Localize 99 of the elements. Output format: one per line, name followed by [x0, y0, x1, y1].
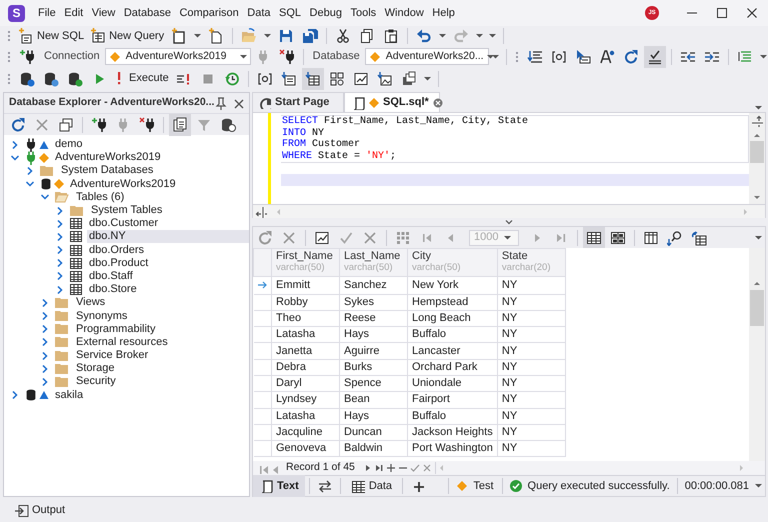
menu-item[interactable]: Window — [380, 4, 428, 22]
tree-item[interactable]: System Tables — [89, 204, 164, 218]
menu-item[interactable]: View — [88, 4, 120, 22]
connection-dropdown[interactable]: AdventureWorks2019 — [104, 48, 251, 65]
tree-item[interactable]: dbo.Store — [87, 283, 139, 296]
table-cell: NY — [497, 342, 566, 360]
new-sql-button[interactable]: New SQL — [15, 27, 88, 45]
tree-item[interactable]: dbo.NY — [87, 230, 249, 244]
menu-item[interactable]: SQL — [275, 4, 306, 22]
table-cell: Lyndsey — [272, 392, 340, 408]
table-cell: Latasha — [272, 326, 340, 343]
status-message: Query executed successfully. — [528, 478, 670, 494]
table-cell: New York — [408, 276, 498, 294]
tree-item[interactable]: demo — [53, 138, 85, 152]
column-header[interactable]: State varchar(20) — [497, 248, 566, 276]
menu-item[interactable]: Data — [243, 4, 275, 22]
code-line: INTO NY — [281, 128, 326, 139]
table-cell: Theo — [272, 310, 340, 327]
table-cell: NY — [497, 310, 566, 327]
table-cell: Hempstead — [408, 294, 498, 310]
table-cell: NY — [497, 408, 566, 424]
menu-item[interactable]: Comparison — [175, 4, 243, 22]
table-cell: NY — [497, 326, 566, 343]
result-tab[interactable]: Text — [253, 475, 305, 497]
database-label: Database — [312, 49, 360, 64]
record-position: Record 1 of 45 — [286, 460, 355, 476]
column-header[interactable]: First_Name varchar(50) — [272, 248, 340, 276]
table-cell: NY — [497, 359, 566, 376]
table-cell: Orchard Park — [408, 359, 498, 376]
table-cell: NY — [497, 392, 566, 408]
table-cell: NY — [497, 294, 566, 310]
tree-item[interactable]: dbo.Customer — [87, 217, 160, 230]
table-cell: Janetta — [272, 342, 340, 360]
tree-item[interactable]: AdventureWorks2019 — [68, 178, 178, 191]
menu-item[interactable]: Tools — [346, 4, 380, 22]
table-cell: Robby — [272, 294, 340, 310]
column-header[interactable]: Last_Name varchar(50) — [340, 248, 408, 276]
table-cell: Aguirre — [340, 342, 408, 360]
tree-item[interactable]: Tables (6) — [74, 190, 126, 204]
output-button[interactable]: Output — [14, 502, 66, 519]
document-tab[interactable]: SQL.sql* — [344, 92, 440, 112]
table-cell: Bean — [340, 392, 408, 408]
table-cell: Debra — [272, 359, 340, 376]
menu-item[interactable]: Edit — [60, 4, 88, 22]
tree-item[interactable]: External resources — [74, 336, 170, 349]
menu-item[interactable]: Debug — [306, 4, 346, 22]
table-cell: Buffalo — [408, 326, 498, 343]
elapsed-time: 00:00:00.081 — [684, 478, 749, 494]
table-cell: Sanchez — [340, 276, 408, 294]
tree-item[interactable]: Security — [74, 375, 118, 388]
table-cell: Buffalo — [408, 408, 498, 424]
tree-item[interactable]: dbo.Product — [87, 256, 150, 270]
table-cell: Emmitt — [272, 276, 340, 294]
table-cell: Duncan — [340, 424, 408, 441]
tree-item[interactable]: Views — [74, 296, 108, 310]
tree-item[interactable]: dbo.Staff — [87, 270, 135, 283]
code-line: SELECT First_Name, Last_Name, City, State — [281, 116, 530, 128]
table-cell: Latasha — [272, 408, 340, 424]
tree-item[interactable]: dbo.Orders — [87, 244, 146, 257]
table-cell: NY — [497, 276, 566, 294]
table-cell: Genoveva — [272, 440, 340, 457]
tree-item[interactable]: Programmability — [74, 322, 158, 336]
tree-item[interactable]: AdventureWorks2019 — [53, 151, 163, 164]
connection-name: Test — [473, 478, 494, 494]
table-cell: Jackson Heights — [408, 424, 498, 441]
new-query-button[interactable]: New Query — [87, 27, 168, 45]
table-cell: Sykes — [340, 294, 408, 310]
code-line: WHERE State = 'NY'; — [281, 150, 398, 162]
menu-item[interactable]: Help — [428, 4, 459, 22]
tree-item[interactable]: System Databases — [59, 164, 156, 178]
table-cell: Fairport — [408, 392, 498, 408]
table-cell: Port Washington — [408, 440, 498, 457]
table-cell: Hays — [340, 326, 408, 343]
table-cell: Lancaster — [408, 342, 498, 360]
result-tab[interactable]: Data — [344, 475, 398, 497]
table-cell: NY — [497, 424, 566, 441]
table-cell: Burks — [340, 359, 408, 376]
execute-button[interactable]: Execute — [111, 70, 172, 88]
table-cell: Reese — [340, 310, 408, 327]
menu-item[interactable]: File — [34, 4, 60, 22]
table-cell: NY — [497, 375, 566, 392]
table-cell: Long Beach — [408, 310, 498, 327]
column-header[interactable]: City varchar(50) — [408, 248, 498, 276]
menu-item[interactable]: Database — [120, 4, 175, 22]
table-cell: Uniondale — [408, 375, 498, 392]
table-cell: Jacquline — [272, 424, 340, 441]
tree-item[interactable]: Service Broker — [74, 349, 150, 362]
tree-item[interactable]: Storage — [74, 362, 117, 376]
app-logo: S — [8, 4, 25, 22]
table-cell: Baldwin — [340, 440, 408, 457]
connection-label: Connection — [44, 49, 100, 64]
table-cell: NY — [497, 440, 566, 457]
table-cell: Spence — [340, 375, 408, 392]
table-cell: Daryl — [272, 375, 340, 392]
code-line: FROM Customer — [281, 139, 362, 150]
document-tab[interactable]: Start Page — [252, 92, 344, 112]
tree-item[interactable]: sakila — [53, 388, 86, 402]
tree-item[interactable]: Synonyms — [74, 310, 130, 323]
table-cell: Hays — [340, 408, 408, 424]
